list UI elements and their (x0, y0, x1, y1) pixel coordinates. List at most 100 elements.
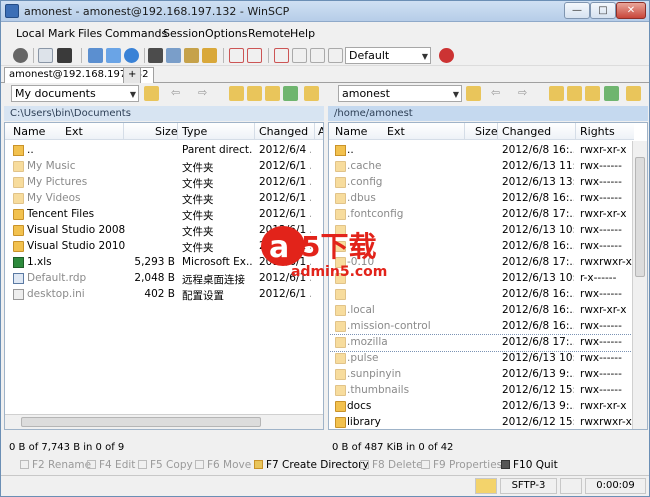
find-files-icon[interactable] (292, 48, 307, 63)
transfer-settings-select[interactable]: Default ▼ (345, 47, 431, 64)
transfer-icon[interactable] (310, 48, 325, 63)
transfer-settings-value: Default (349, 49, 390, 62)
find-icon[interactable] (626, 86, 641, 101)
remote-path-bar[interactable]: /home/amonest (328, 106, 648, 121)
f10-quit-button[interactable]: F10 Quit (501, 459, 558, 471)
folder-icon (335, 353, 346, 364)
session-icon[interactable] (148, 48, 163, 63)
open-terminal-icon[interactable] (38, 48, 53, 63)
menu-session[interactable]: Session (163, 27, 205, 40)
menu-options[interactable]: Options (205, 27, 247, 40)
table-row[interactable]: desktop.ini402 B配置设置2012/6/1 ... (5, 287, 323, 303)
menu-mark[interactable]: Mark (48, 27, 75, 40)
menu-help[interactable]: Help (290, 27, 315, 40)
local-location-select[interactable]: My documents ▼ (11, 85, 139, 102)
table-row[interactable]: .config 2012/6/13 13:... rwx------ (329, 175, 632, 191)
file-name: .cache (347, 160, 382, 172)
col-changed[interactable]: Changed (502, 125, 551, 138)
table-row[interactable]: .sunpinyin 2012/6/13 9:... rwx------ (329, 367, 632, 383)
col-size[interactable]: Size (155, 125, 178, 138)
col-attr[interactable]: A (318, 125, 323, 138)
table-row[interactable]: My Music 文件夹 2012/6/1 ... (5, 159, 323, 175)
root-dir-icon[interactable] (567, 86, 582, 101)
f2-rename-button[interactable]: F2 Rename (20, 459, 91, 471)
maximize-button[interactable]: □ (590, 2, 616, 19)
synchronize-icon[interactable] (88, 48, 103, 63)
col-ext[interactable]: Ext (65, 125, 83, 138)
home-dir-icon[interactable] (585, 86, 600, 101)
table-row[interactable]: .. 2012/6/8 16:... rwxr-xr-x (329, 143, 632, 159)
local-horizontal-scrollbar[interactable] (5, 414, 323, 429)
menu-remote[interactable]: Remote (248, 27, 290, 40)
find-icon[interactable] (304, 86, 319, 101)
parent-dir-icon[interactable] (549, 86, 564, 101)
table-row[interactable]: My Videos 文件夹 2012/6/1 ... (5, 191, 323, 207)
menu-local[interactable]: Local (16, 27, 45, 40)
back-arrow-icon[interactable]: ⇦ (491, 86, 506, 101)
table-row[interactable]: .dbus 2012/6/8 16:... rwx------ (329, 191, 632, 207)
bookmarks-icon[interactable] (184, 48, 199, 63)
parent-dir-icon[interactable] (229, 86, 244, 101)
filter-icon[interactable] (274, 48, 289, 63)
refresh-pane-icon[interactable] (604, 86, 619, 101)
table-row[interactable]: .. Parent direct... 2012/6/4 ... (5, 143, 323, 159)
scroll-thumb[interactable] (21, 417, 261, 427)
menu-commands[interactable]: Commands (105, 27, 167, 40)
scroll-thumb[interactable] (635, 157, 645, 277)
close-button[interactable]: ✕ (616, 2, 646, 19)
local-path-bar[interactable]: C:\Users\bin\Documents (4, 106, 324, 121)
title-bar[interactable]: amonest - amonest@192.168.197.132 - WinS… (1, 1, 649, 22)
back-arrow-icon[interactable]: ⇦ (171, 86, 186, 101)
col-ext[interactable]: Ext (387, 125, 405, 138)
col-type[interactable]: Type (182, 125, 207, 138)
unselect-icon[interactable] (247, 48, 262, 63)
refresh-pane-icon[interactable] (283, 86, 298, 101)
new-tab-button[interactable]: + (123, 67, 142, 83)
table-row[interactable]: .cache 2012/6/13 11:... rwx------ (329, 159, 632, 175)
col-size[interactable]: Size (475, 125, 498, 138)
table-row[interactable]: .thumbnails 2012/6/12 15:... rwx------ (329, 383, 632, 399)
col-rights[interactable]: Rights (580, 125, 615, 138)
f6-move-button[interactable]: F6 Move (195, 459, 251, 471)
minimize-button[interactable]: — (564, 2, 590, 19)
col-changed[interactable]: Changed (259, 125, 308, 138)
file-icon (13, 241, 24, 252)
console-icon[interactable] (57, 48, 72, 63)
keys-icon[interactable] (202, 48, 217, 63)
table-row[interactable]: My Pictures 文件夹 2012/6/1 ... (5, 175, 323, 191)
col-name[interactable]: Name (335, 125, 367, 138)
col-name[interactable]: Name (13, 125, 45, 138)
f7-create-directory-button[interactable]: F7 Create Directory (254, 459, 369, 471)
table-row[interactable]: 2012/6/8 16:... rwx------ (329, 287, 632, 303)
f9-properties-button[interactable]: F9 Properties (421, 459, 502, 471)
remote-vertical-scrollbar[interactable] (632, 141, 647, 429)
file-name: .thumbnails (347, 384, 410, 396)
file-icon (13, 273, 24, 284)
home-dir-icon[interactable] (265, 86, 280, 101)
table-row[interactable]: .pulse 2012/6/13 10:... rwx------ (329, 351, 632, 367)
forward-arrow-icon[interactable]: ⇨ (518, 86, 533, 101)
open-folder-icon[interactable] (466, 86, 481, 101)
forward-arrow-icon[interactable]: ⇨ (198, 86, 213, 101)
open-folder-icon[interactable] (144, 86, 159, 101)
lock-icon (475, 478, 497, 494)
winscp-app-icon[interactable] (5, 4, 19, 18)
queue-icon[interactable] (166, 48, 181, 63)
select-icon[interactable] (229, 48, 244, 63)
table-row[interactable]: .mission-control 2012/6/8 16:... rwx------ (329, 319, 632, 335)
f8-delete-button[interactable]: F8 Delete (360, 459, 423, 471)
preferences-gear-icon[interactable] (13, 48, 28, 63)
table-row[interactable]: .mozilla 2012/6/8 17:... rwx------ (329, 334, 633, 352)
root-dir-icon[interactable] (247, 86, 262, 101)
refresh-icon[interactable] (124, 48, 139, 63)
f5-copy-button[interactable]: F5 Copy (138, 459, 193, 471)
table-row[interactable]: .local 2012/6/8 16:... rwxr-xr-x (329, 303, 632, 319)
menu-files[interactable]: Files (78, 27, 102, 40)
remote-location-select[interactable]: amonest ▼ (338, 85, 462, 102)
table-row[interactable]: library 2012/6/12 15:... rwxrwxr-x (329, 415, 632, 429)
link-icon[interactable] (328, 48, 343, 63)
compare-directories-icon[interactable] (106, 48, 121, 63)
transfer-options-icon[interactable] (439, 48, 454, 63)
table-row[interactable]: docs 2012/6/13 9:... rwxr-xr-x (329, 399, 632, 415)
f4-edit-button[interactable]: F4 Edit (87, 459, 135, 471)
